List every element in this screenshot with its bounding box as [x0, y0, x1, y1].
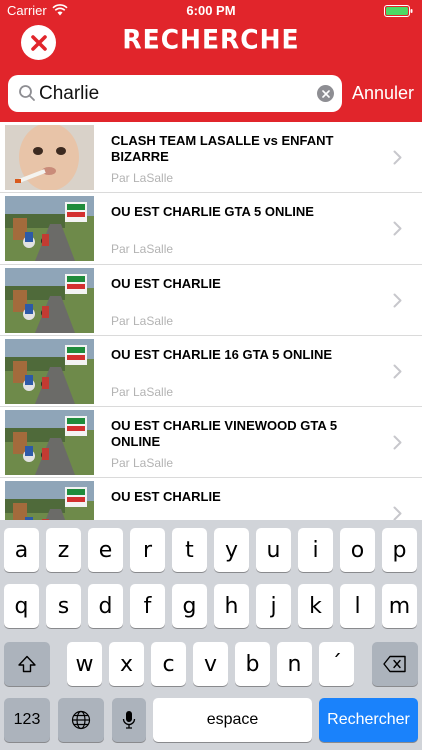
result-title: OU EST CHARLIE VINEWOOD GTA 5 ONLINE — [111, 418, 338, 450]
page-title: RECHERCHE — [122, 24, 300, 55]
keyboard-row-1: azertyuiop — [0, 528, 422, 572]
search-input[interactable] — [39, 79, 309, 109]
cancel-button[interactable]: Annuler — [352, 83, 414, 104]
chevron-right-icon — [393, 435, 402, 450]
result-row[interactable]: OU EST CHARLIE 16 GTA 5 ONLINE Par LaSal… — [0, 336, 422, 408]
chevron-right-icon — [393, 364, 402, 379]
key-h[interactable]: h — [214, 584, 249, 628]
video-thumbnail — [5, 267, 94, 333]
key-w[interactable]: w — [67, 642, 102, 686]
key-s[interactable]: s — [46, 584, 81, 628]
result-title: OU EST CHARLIE 16 GTA 5 ONLINE — [111, 346, 333, 362]
key-g[interactable]: g — [172, 584, 207, 628]
result-author: Par LaSalle — [111, 456, 174, 471]
dictation-key[interactable] — [112, 698, 146, 742]
result-row[interactable]: CLASH TEAM LASALLE vs ENFANT BIZARRE Par… — [0, 122, 422, 194]
key-x[interactable]: x — [109, 642, 144, 686]
result-row[interactable]: OU EST CHARLIE Par LaSalle — [0, 265, 422, 336]
key-accent[interactable]: ´ — [319, 642, 354, 686]
header-bar: Carrier 6:00 PM RECHERCHE Charlie Annule… — [0, 0, 422, 122]
globe-icon — [71, 710, 91, 730]
chevron-right-icon — [393, 506, 402, 520]
video-thumbnail — [5, 125, 94, 190]
globe-key[interactable] — [58, 698, 104, 742]
result-author: Par LaSalle — [111, 384, 174, 399]
key-k[interactable]: k — [298, 584, 333, 628]
key-n[interactable]: n — [277, 642, 312, 686]
chevron-right-icon — [393, 221, 402, 236]
key-z[interactable]: z — [46, 528, 81, 572]
result-author: Par LaSalle — [111, 242, 174, 257]
key-u[interactable]: u — [256, 528, 291, 572]
key-j[interactable]: j — [256, 584, 291, 628]
chevron-right-icon — [393, 293, 402, 308]
video-thumbnail — [5, 410, 94, 476]
video-thumbnail — [5, 338, 94, 404]
key-a[interactable]: a — [4, 528, 39, 572]
battery-icon — [384, 5, 413, 17]
key-o[interactable]: o — [340, 528, 375, 572]
key-d[interactable]: d — [88, 584, 123, 628]
space-key[interactable]: espace — [153, 698, 312, 742]
key-e[interactable]: e — [88, 528, 123, 572]
shift-key[interactable] — [4, 642, 50, 686]
backspace-key[interactable] — [372, 642, 418, 686]
search-field[interactable] — [8, 75, 342, 112]
result-title: OU EST CHARLIE GTA 5 ONLINE — [111, 204, 314, 220]
result-title: OU EST CHARLIE — [111, 275, 221, 291]
search-bar: Annuler — [0, 66, 422, 122]
clock: 6:00 PM — [186, 3, 236, 18]
result-title: OU EST CHARLIE — [111, 489, 221, 505]
result-row[interactable]: OU EST CHARLIE VINEWOOD GTA 5 ONLINE Par… — [0, 407, 422, 479]
chevron-right-icon — [393, 150, 402, 165]
shift-icon — [18, 655, 36, 673]
backspace-icon — [383, 655, 406, 673]
keyboard-row-2: qsdfghjklm — [0, 584, 422, 628]
video-thumbnail — [5, 196, 94, 262]
key-v[interactable]: v — [193, 642, 228, 686]
key-c[interactable]: c — [151, 642, 186, 686]
result-row[interactable]: OU EST CHARLIE GTA 5 ONLINE Par LaSalle — [0, 193, 422, 265]
key-m[interactable]: m — [382, 584, 417, 628]
status-bar: Carrier 6:00 PM — [0, 0, 422, 22]
key-r[interactable]: r — [130, 528, 165, 572]
result-author: Par LaSalle — [111, 313, 174, 328]
result-author: Par LaSalle — [111, 171, 174, 185]
search-return-key[interactable]: Rechercher — [319, 698, 418, 742]
video-thumbnail — [5, 481, 94, 520]
key-q[interactable]: q — [4, 584, 39, 628]
keyboard: azertyuiop qsdfghjklm w x c v b n ´ 123 espace… — [0, 520, 422, 750]
clear-search-icon[interactable] — [317, 85, 334, 102]
microphone-icon — [122, 711, 136, 729]
key-p[interactable]: p — [382, 528, 417, 572]
keyboard-row-4: 123 espace Rechercher — [0, 698, 422, 742]
key-t[interactable]: t — [172, 528, 207, 572]
key-f[interactable]: f — [130, 584, 165, 628]
result-title: CLASH TEAM LASALLE vs ENFANT BIZARRE — [111, 133, 334, 164]
key-i[interactable]: i — [298, 528, 333, 572]
result-row[interactable]: OU EST CHARLIE Par LaSalle — [0, 478, 422, 520]
keyboard-row-3: w x c v b n ´ — [0, 642, 422, 686]
key-b[interactable]: b — [235, 642, 270, 686]
results-list: CLASH TEAM LASALLE vs ENFANT BIZARRE Par… — [0, 122, 422, 520]
search-icon — [19, 85, 35, 101]
key-l[interactable]: l — [340, 584, 375, 628]
key-y[interactable]: y — [214, 528, 249, 572]
numbers-key[interactable]: 123 — [4, 698, 50, 742]
